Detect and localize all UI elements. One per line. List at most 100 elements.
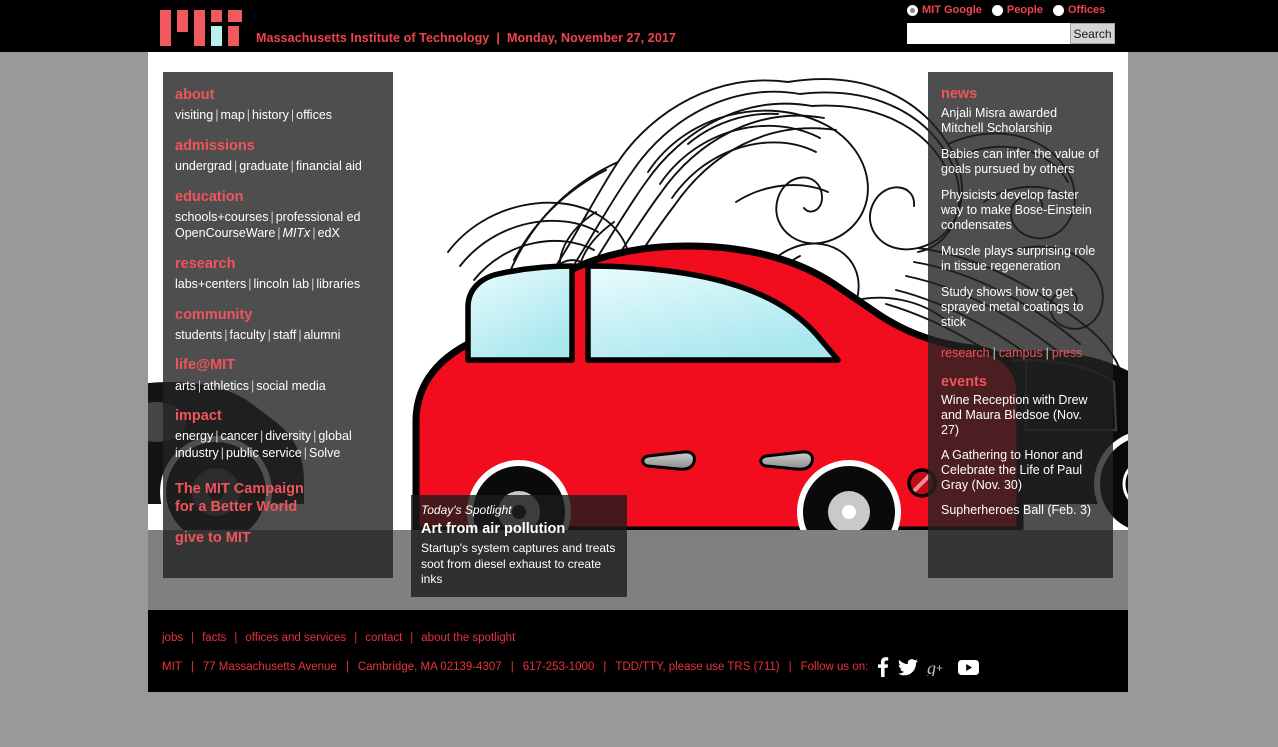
- nav-heading-about[interactable]: about: [175, 86, 381, 104]
- spotlight-kicker: Today's Spotlight: [421, 503, 512, 517]
- social-links: g +: [877, 657, 980, 677]
- footer-link-offices-and-services[interactable]: offices and services: [245, 632, 346, 644]
- nav-group-about: about visiting | map | history | offices: [163, 86, 393, 124]
- footer-phone: 617-253-1000: [522, 661, 595, 673]
- nav-heading-impact[interactable]: impact: [175, 407, 381, 425]
- nav-link-labs-centers[interactable]: labs+centers: [175, 277, 246, 291]
- nav-link-cancer[interactable]: cancer: [220, 429, 258, 443]
- nav-link-visiting[interactable]: visiting: [175, 108, 213, 122]
- footer-link-jobs[interactable]: jobs: [162, 632, 183, 644]
- campaign-line-1: The MIT Campaign: [175, 480, 304, 497]
- nav-link-students[interactable]: students: [175, 328, 222, 342]
- events-heading[interactable]: events: [941, 374, 1100, 390]
- nav-link-schools-courses[interactable]: schools+courses: [175, 210, 268, 224]
- radio-dot-icon[interactable]: [991, 4, 1003, 16]
- search-scope-radios: MIT Google People Offices: [907, 4, 1115, 16]
- footer-city-state-zip: Cambridge, MA 02139-4307: [357, 661, 502, 673]
- svg-text:+: +: [936, 661, 943, 675]
- nav-link-undergrad[interactable]: undergrad: [175, 159, 232, 173]
- nav-link-graduate[interactable]: graduate: [239, 159, 288, 173]
- nav-link-energy[interactable]: energy: [175, 429, 213, 443]
- search-row: Search: [907, 23, 1115, 44]
- nav-link-lincoln-lab[interactable]: lincoln lab: [253, 277, 309, 291]
- radio-label-people: People: [1006, 4, 1043, 16]
- nav-link-industry[interactable]: industry: [175, 446, 219, 460]
- nav-link-alumni[interactable]: alumni: [304, 328, 341, 342]
- youtube-icon[interactable]: [958, 659, 980, 675]
- footer-link-facts[interactable]: facts: [202, 632, 226, 644]
- nav-links-about: visiting | map | history | offices: [175, 108, 333, 123]
- news-heading[interactable]: news: [941, 86, 1100, 102]
- nav-link-professional-ed[interactable]: professional ed: [276, 210, 361, 224]
- facebook-icon[interactable]: [877, 657, 889, 677]
- event-item[interactable]: Supherheroes Ball (Feb. 3): [941, 503, 1100, 518]
- radio-dot-icon[interactable]: [1052, 4, 1064, 16]
- radio-label-mit-google: MIT Google: [922, 4, 982, 16]
- news-item[interactable]: Muscle plays surprising role in tissue r…: [941, 244, 1100, 274]
- nav-links-community: students | faculty | staff | alumni: [175, 327, 341, 342]
- news-item[interactable]: Babies can infer the value of goals purs…: [941, 147, 1100, 177]
- nav-link-social-media[interactable]: social media: [256, 379, 325, 393]
- footer-tdd-tty[interactable]: TDD/TTY, please use TRS (711): [615, 661, 779, 673]
- mit-logo-icon[interactable]: [160, 4, 242, 46]
- nav-link-opencourseware[interactable]: OpenCourseWare: [175, 226, 275, 240]
- news-category-research[interactable]: research: [941, 346, 990, 360]
- radio-mit-google[interactable]: MIT Google: [907, 4, 982, 16]
- footer-follow-label: Follow us on:: [800, 661, 869, 673]
- nav-link-history[interactable]: history: [252, 108, 289, 122]
- nav-group-admissions: admissions undergrad | graduate | financial …: [163, 137, 393, 175]
- nav-link-edx[interactable]: edX: [318, 226, 340, 240]
- top-header-bar: Massachusetts Institute of Technology | Mo…: [0, 0, 1278, 52]
- footer-link-contact[interactable]: contact: [365, 632, 402, 644]
- nav-link-public-service[interactable]: public service: [226, 446, 302, 460]
- spotlight-caption[interactable]: Today's Spotlight Art from air pollution…: [411, 495, 627, 597]
- radio-dot-selected-icon[interactable]: [907, 4, 918, 16]
- nav-heading-admissions[interactable]: admissions: [175, 137, 381, 155]
- nav-heading-life-at-mit[interactable]: life@MIT: [175, 356, 381, 374]
- search-area: MIT Google People Offices Search: [907, 4, 1115, 44]
- news-categories: research | campus | press: [941, 346, 1083, 360]
- site-footer: jobs | facts | offices and services | contact |…: [148, 610, 1128, 692]
- news-item[interactable]: Anjali Misra awarded Mitchell Scholarshi…: [941, 106, 1100, 136]
- spotlight-title[interactable]: Art from air pollution: [421, 520, 617, 538]
- nav-link-give-to-mit[interactable]: give to MIT: [163, 530, 393, 546]
- institute-name[interactable]: Massachusetts Institute of Technology: [256, 31, 489, 45]
- spotlight-description: Startup's system captures and treats soo…: [421, 541, 616, 587]
- nav-link-staff[interactable]: staff: [273, 328, 296, 342]
- page-content: about visiting | map | history | offices admis…: [148, 52, 1128, 692]
- news-item[interactable]: Physicists develop faster way to make Bo…: [941, 188, 1100, 233]
- google-plus-icon[interactable]: g +: [927, 659, 949, 676]
- nav-links-impact: energy | cancer | diversity | global industry |…: [175, 429, 352, 460]
- nav-link-faculty[interactable]: faculty: [230, 328, 266, 342]
- search-button[interactable]: Search: [1070, 23, 1115, 44]
- nav-link-mitx[interactable]: MITx: [283, 226, 311, 240]
- nav-heading-education[interactable]: education: [175, 188, 381, 206]
- radio-people[interactable]: People: [991, 4, 1043, 16]
- news-category-press[interactable]: press: [1052, 346, 1083, 360]
- nav-link-solve[interactable]: Solve: [309, 446, 340, 460]
- nav-link-map[interactable]: map: [220, 108, 244, 122]
- nav-link-diversity[interactable]: diversity: [265, 429, 311, 443]
- news-item[interactable]: Study shows how to get sprayed metal coa…: [941, 285, 1100, 330]
- nav-link-financial-aid[interactable]: financial aid: [296, 159, 362, 173]
- event-item[interactable]: A Gathering to Honor and Celebrate the L…: [941, 448, 1100, 493]
- news-events-panel: news Anjali Misra awarded Mitchell Schol…: [928, 72, 1113, 578]
- footer-link-about-the-spotlight[interactable]: about the spotlight: [421, 632, 515, 644]
- nav-heading-research[interactable]: research: [175, 255, 381, 273]
- footer-links: jobs | facts | offices and services | contact |…: [162, 632, 516, 644]
- nav-link-arts[interactable]: arts: [175, 379, 196, 393]
- news-category-campus[interactable]: campus: [999, 346, 1043, 360]
- nav-group-community: community students | faculty | staff | alumni: [163, 306, 393, 344]
- nav-group-research: research labs+centers | lincoln lab | librar…: [163, 255, 393, 293]
- radio-offices[interactable]: Offices: [1052, 4, 1105, 16]
- nav-heading-community[interactable]: community: [175, 306, 381, 324]
- twitter-icon[interactable]: [898, 658, 919, 676]
- nav-group-life-at-mit: life@MIT arts | athletics | social media: [163, 356, 393, 394]
- nav-link-global[interactable]: global: [318, 429, 351, 443]
- search-input[interactable]: [907, 23, 1070, 44]
- nav-link-mit-campaign[interactable]: The MIT Campaign for a Better World: [163, 480, 393, 516]
- nav-link-athletics[interactable]: athletics: [203, 379, 249, 393]
- nav-link-offices[interactable]: offices: [296, 108, 332, 122]
- event-item[interactable]: Wine Reception with Drew and Maura Bleds…: [941, 393, 1100, 438]
- nav-link-libraries[interactable]: libraries: [316, 277, 360, 291]
